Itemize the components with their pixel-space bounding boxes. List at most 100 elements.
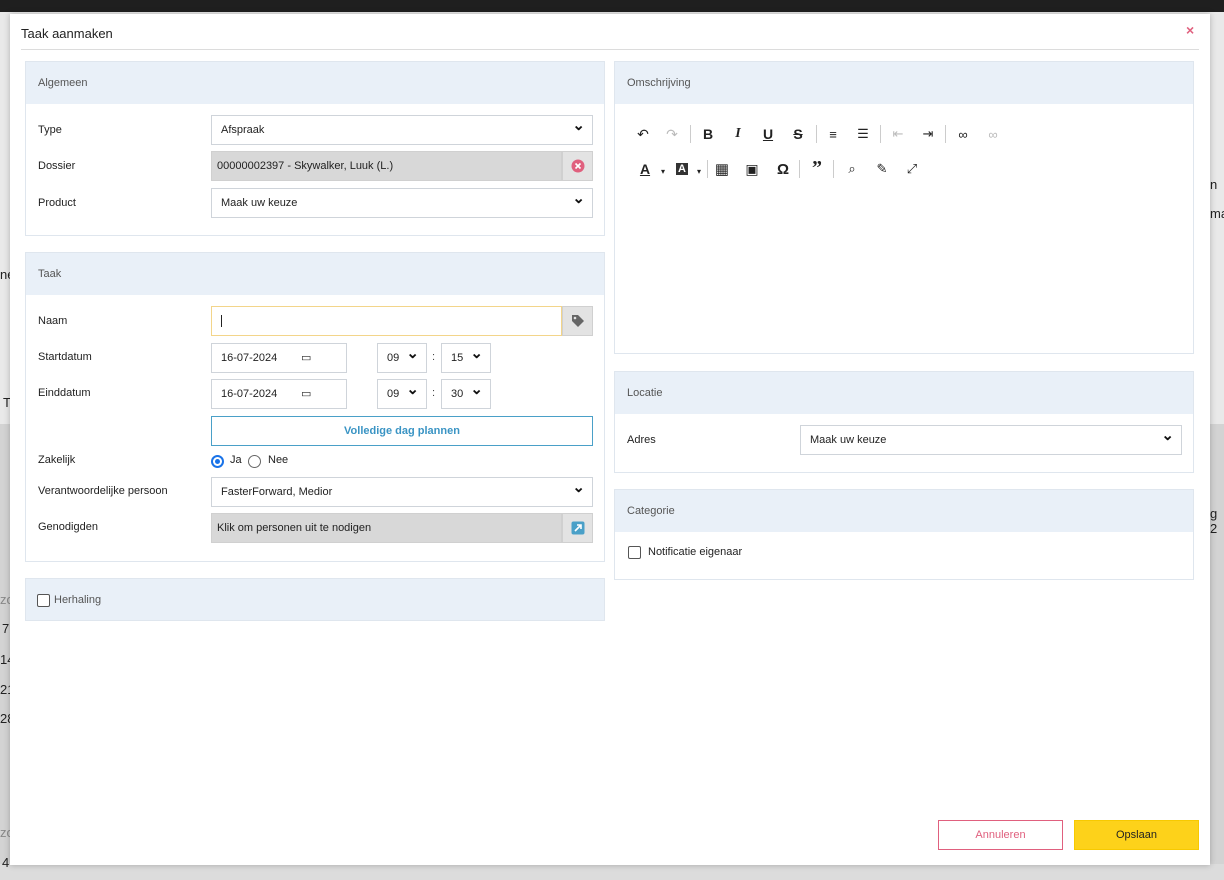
panel-heading: Locatie: [615, 372, 1193, 414]
start-minute-value: 15: [451, 352, 464, 364]
genodigden-field[interactable]: Klik om personen uit te nodigen: [211, 513, 562, 543]
herhaling-label: Herhaling: [54, 594, 102, 606]
herhaling-checkbox[interactable]: [37, 594, 50, 607]
panel-heading: Omschrijving: [615, 62, 1193, 104]
tag-icon: [571, 315, 584, 327]
product-label: Product: [38, 197, 76, 209]
chevron-down-icon[interactable]: ▾: [689, 161, 709, 181]
adres-label: Adres: [627, 434, 656, 446]
background-text: ma: [1210, 206, 1224, 221]
ordered-list-icon[interactable]: ≡: [823, 124, 843, 144]
toolbar-separator: [833, 160, 834, 178]
zakelijk-ja-label: Ja: [230, 454, 242, 466]
background-calendar-strip-right: [1210, 424, 1224, 880]
verantwoordelijke-select[interactable]: FasterForward, Medior: [211, 474, 593, 507]
adres-value: Maak uw keuze: [810, 434, 887, 446]
toolbar-separator: [707, 160, 708, 178]
zakelijk-nee-label: Nee: [268, 454, 289, 466]
italic-icon[interactable]: I: [728, 124, 748, 144]
undo-icon[interactable]: ↶: [633, 124, 653, 144]
type-label: Type: [38, 124, 62, 136]
einddatum-input[interactable]: 16-07-2024 ▭: [211, 379, 347, 409]
link-icon[interactable]: ∞: [953, 124, 973, 144]
app-top-bar: [0, 0, 1224, 12]
dossier-value: 00000002397 - Skywalker, Luuk (L.): [217, 160, 394, 172]
calendar-icon: ▭: [301, 352, 312, 364]
bold-icon[interactable]: B: [698, 124, 718, 144]
blockquote-icon[interactable]: ”: [807, 157, 827, 179]
strikethrough-icon[interactable]: S: [788, 124, 808, 144]
table-icon[interactable]: ▦: [712, 159, 732, 179]
chevron-down-icon[interactable]: ▾: [653, 161, 673, 181]
find-replace-icon[interactable]: ⌕: [842, 159, 862, 179]
adres-select[interactable]: Maak uw keuze: [800, 422, 1182, 455]
panel-categorie: Categorie Notificatie eigenaar: [614, 489, 1194, 580]
toolbar-separator: [799, 160, 800, 178]
panel-heading: Algemeen: [26, 62, 604, 104]
background-text: 7: [2, 621, 10, 636]
end-hour-select[interactable]: 09: [377, 376, 427, 409]
type-select[interactable]: Afspraak: [211, 112, 593, 145]
start-minute-select[interactable]: 15: [441, 340, 491, 373]
panel-algemeen: Algemeen Type Afspraak Dossier 000000023…: [25, 61, 605, 236]
startdatum-input[interactable]: 16-07-2024 ▭: [211, 343, 347, 373]
product-value: Maak uw keuze: [221, 197, 298, 209]
editor-content-area[interactable]: [616, 194, 1192, 350]
naam-label: Naam: [38, 315, 68, 327]
toolbar-separator: [880, 125, 881, 143]
end-minute-select[interactable]: 30: [441, 376, 491, 409]
zakelijk-ja-radio[interactable]: [211, 455, 224, 468]
notificatie-label: Notificatie eigenaar: [648, 546, 743, 558]
close-icon[interactable]: ×: [1186, 22, 1194, 38]
einddatum-label: Einddatum: [38, 387, 91, 399]
redo-icon[interactable]: ↷: [662, 124, 682, 144]
image-icon[interactable]: ▣: [742, 159, 762, 179]
bullet-list-icon[interactable]: ☰: [853, 124, 873, 144]
dossier-label: Dossier: [38, 160, 76, 172]
text-color-icon[interactable]: A: [635, 159, 655, 179]
toolbar-separator: [945, 125, 946, 143]
special-character-icon[interactable]: Ω: [773, 159, 793, 179]
unlink-icon[interactable]: ∞: [983, 124, 1003, 144]
notificatie-checkbox[interactable]: [628, 546, 641, 559]
startdatum-value: 16-07-2024: [221, 352, 278, 364]
title-divider: [21, 49, 1199, 50]
panel-heading: Categorie: [615, 490, 1193, 532]
startdatum-label: Startdatum: [38, 351, 92, 363]
start-hour-select[interactable]: 09: [377, 340, 427, 373]
full-day-button[interactable]: Volledige dag plannen: [211, 416, 593, 446]
start-hour-value: 09: [387, 352, 400, 364]
text-cursor: [221, 315, 222, 328]
zakelijk-nee-radio[interactable]: [248, 455, 261, 468]
panel-heading: Taak: [26, 253, 604, 295]
fullscreen-icon[interactable]: ⤢: [902, 159, 922, 179]
background-text: n: [1210, 177, 1218, 192]
end-hour-value: 09: [387, 388, 400, 400]
cancel-button[interactable]: Annuleren: [938, 820, 1063, 850]
panel-taak: Taak Naam Startdatum 16-07-2024 ▭ 09 : 1…: [25, 252, 605, 562]
clear-dossier-button[interactable]: [562, 151, 593, 181]
panel-locatie: Locatie Adres Maak uw keuze: [614, 371, 1194, 473]
outdent-icon[interactable]: ⇤: [888, 124, 908, 144]
toolbar-separator: [816, 125, 817, 143]
save-button[interactable]: Opslaan: [1074, 820, 1199, 850]
indent-icon[interactable]: ⇥: [918, 124, 938, 144]
genodigden-label: Genodigden: [38, 521, 98, 533]
zakelijk-label: Zakelijk: [38, 454, 76, 466]
invite-button[interactable]: [562, 513, 593, 543]
background-text: 4: [2, 855, 10, 870]
naam-tag-button[interactable]: [562, 306, 593, 336]
panel-omschrijving: Omschrijving ↶ ↷ B I U S ≡ ☰ ⇤ ⇥ ∞ ∞ A ▾…: [614, 61, 1194, 354]
panel-herhaling: Herhaling: [25, 578, 605, 621]
underline-icon[interactable]: U: [758, 124, 778, 144]
clear-circle-icon: [571, 159, 584, 173]
source-code-icon[interactable]: ✎: [872, 159, 892, 179]
naam-input[interactable]: [211, 306, 562, 336]
end-minute-value: 30: [451, 388, 464, 400]
type-value: Afspraak: [221, 124, 265, 136]
product-select[interactable]: Maak uw keuze: [211, 185, 593, 218]
einddatum-value: 16-07-2024: [221, 388, 278, 400]
toolbar-separator: [690, 125, 691, 143]
genodigden-value: Klik om personen uit te nodigen: [217, 522, 372, 534]
dossier-field[interactable]: 00000002397 - Skywalker, Luuk (L.): [211, 151, 562, 181]
